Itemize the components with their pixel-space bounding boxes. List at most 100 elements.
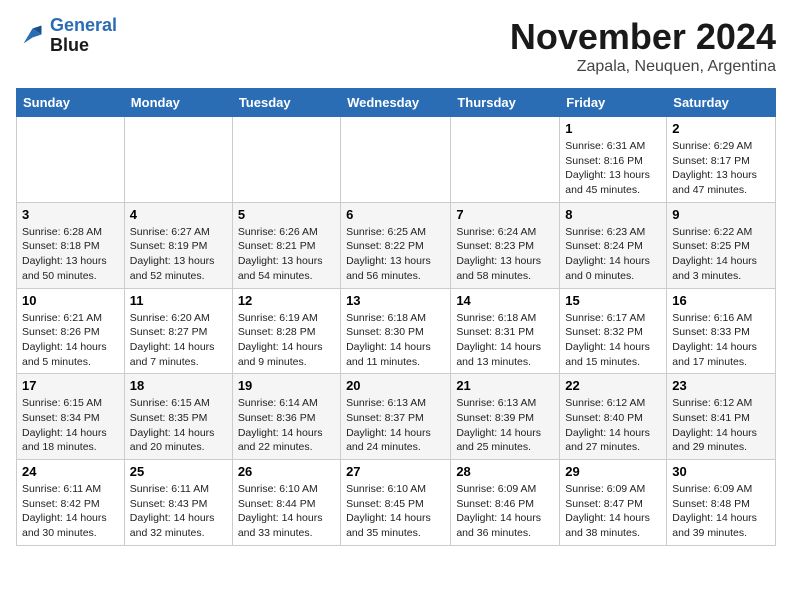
day-info: Sunrise: 6:21 AMSunset: 8:26 PMDaylight:… — [22, 311, 119, 370]
day-number: 1 — [565, 121, 661, 136]
calendar-cell: 24 Sunrise: 6:11 AMSunset: 8:42 PMDayligh… — [17, 460, 125, 546]
day-info: Sunrise: 6:09 AMSunset: 8:48 PMDaylight:… — [672, 482, 770, 541]
day-number: 25 — [130, 464, 227, 479]
calendar-cell — [451, 117, 560, 203]
day-number: 8 — [565, 207, 661, 222]
day-info: Sunrise: 6:12 AMSunset: 8:41 PMDaylight:… — [672, 396, 770, 455]
calendar-cell: 17 Sunrise: 6:15 AMSunset: 8:34 PMDayligh… — [17, 374, 125, 460]
day-number: 10 — [22, 293, 119, 308]
logo-bird-icon — [16, 21, 46, 51]
week-row-3: 10 Sunrise: 6:21 AMSunset: 8:26 PMDayligh… — [17, 288, 776, 374]
day-number: 20 — [346, 378, 445, 393]
day-info: Sunrise: 6:10 AMSunset: 8:44 PMDaylight:… — [238, 482, 335, 541]
day-info: Sunrise: 6:20 AMSunset: 8:27 PMDaylight:… — [130, 311, 227, 370]
day-info: Sunrise: 6:09 AMSunset: 8:46 PMDaylight:… — [456, 482, 554, 541]
day-info: Sunrise: 6:11 AMSunset: 8:42 PMDaylight:… — [22, 482, 119, 541]
day-info: Sunrise: 6:25 AMSunset: 8:22 PMDaylight:… — [346, 225, 445, 284]
day-number: 28 — [456, 464, 554, 479]
calendar-table: SundayMondayTuesdayWednesdayThursdayFrid… — [16, 88, 776, 546]
day-number: 13 — [346, 293, 445, 308]
day-number: 15 — [565, 293, 661, 308]
day-info: Sunrise: 6:29 AMSunset: 8:17 PMDaylight:… — [672, 139, 770, 198]
calendar-cell: 25 Sunrise: 6:11 AMSunset: 8:43 PMDayligh… — [124, 460, 232, 546]
location: Zapala, Neuquen, Argentina — [510, 58, 776, 76]
calendar-cell: 22Sunrise: 6:12 AMSunset: 8:40 PMDayligh… — [560, 374, 667, 460]
day-number: 16 — [672, 293, 770, 308]
day-number: 24 — [22, 464, 119, 479]
title-block: November 2024 Zapala, Neuquen, Argentina — [510, 16, 776, 76]
day-number: 11 — [130, 293, 227, 308]
day-number: 2 — [672, 121, 770, 136]
day-info: Sunrise: 6:22 AMSunset: 8:25 PMDaylight:… — [672, 225, 770, 284]
calendar-cell: 19 Sunrise: 6:14 AMSunset: 8:36 PMDayligh… — [232, 374, 340, 460]
day-info: Sunrise: 6:23 AMSunset: 8:24 PMDaylight:… — [565, 225, 661, 284]
day-info: Sunrise: 6:19 AMSunset: 8:28 PMDaylight:… — [238, 311, 335, 370]
day-number: 26 — [238, 464, 335, 479]
calendar-cell: 5Sunrise: 6:26 AMSunset: 8:21 PMDaylight… — [232, 202, 340, 288]
day-info: Sunrise: 6:26 AMSunset: 8:21 PMDaylight:… — [238, 225, 335, 284]
weekday-header-friday: Friday — [560, 89, 667, 117]
week-row-5: 24 Sunrise: 6:11 AMSunset: 8:42 PMDayligh… — [17, 460, 776, 546]
day-info: Sunrise: 6:09 AMSunset: 8:47 PMDaylight:… — [565, 482, 661, 541]
day-number: 14 — [456, 293, 554, 308]
day-info: Sunrise: 6:11 AMSunset: 8:43 PMDaylight:… — [130, 482, 227, 541]
calendar-cell: 10 Sunrise: 6:21 AMSunset: 8:26 PMDayligh… — [17, 288, 125, 374]
calendar-cell: 3 Sunrise: 6:28 AMSunset: 8:18 PMDaylight… — [17, 202, 125, 288]
day-info: Sunrise: 6:27 AMSunset: 8:19 PMDaylight:… — [130, 225, 227, 284]
calendar-cell: 1 Sunrise: 6:31 AMSunset: 8:16 PMDaylight… — [560, 117, 667, 203]
day-number: 21 — [456, 378, 554, 393]
day-number: 9 — [672, 207, 770, 222]
calendar-cell: 14Sunrise: 6:18 AMSunset: 8:31 PMDayligh… — [451, 288, 560, 374]
week-row-2: 3 Sunrise: 6:28 AMSunset: 8:18 PMDaylight… — [17, 202, 776, 288]
calendar-cell: 4Sunrise: 6:27 AMSunset: 8:19 PMDaylight… — [124, 202, 232, 288]
day-number: 23 — [672, 378, 770, 393]
calendar-cell — [341, 117, 451, 203]
week-row-4: 17 Sunrise: 6:15 AMSunset: 8:34 PMDayligh… — [17, 374, 776, 460]
day-info: Sunrise: 6:15 AMSunset: 8:34 PMDaylight:… — [22, 396, 119, 455]
page-header: General Blue November 2024 Zapala, Neuqu… — [16, 16, 776, 76]
calendar-cell: 2 Sunrise: 6:29 AMSunset: 8:17 PMDaylight… — [667, 117, 776, 203]
weekday-header-tuesday: Tuesday — [232, 89, 340, 117]
day-info: Sunrise: 6:14 AMSunset: 8:36 PMDaylight:… — [238, 396, 335, 455]
day-number: 30 — [672, 464, 770, 479]
calendar-header: SundayMondayTuesdayWednesdayThursdayFrid… — [17, 89, 776, 117]
day-info: Sunrise: 6:18 AMSunset: 8:30 PMDaylight:… — [346, 311, 445, 370]
logo-text: General Blue — [50, 16, 117, 56]
calendar-cell: 8 Sunrise: 6:23 AMSunset: 8:24 PMDaylight… — [560, 202, 667, 288]
header-row: SundayMondayTuesdayWednesdayThursdayFrid… — [17, 89, 776, 117]
calendar-cell — [232, 117, 340, 203]
day-number: 19 — [238, 378, 335, 393]
calendar-cell: 28 Sunrise: 6:09 AMSunset: 8:46 PMDayligh… — [451, 460, 560, 546]
calendar-cell — [124, 117, 232, 203]
day-number: 29 — [565, 464, 661, 479]
logo: General Blue — [16, 16, 117, 56]
day-info: Sunrise: 6:10 AMSunset: 8:45 PMDaylight:… — [346, 482, 445, 541]
day-number: 3 — [22, 207, 119, 222]
day-info: Sunrise: 6:17 AMSunset: 8:32 PMDaylight:… — [565, 311, 661, 370]
day-number: 17 — [22, 378, 119, 393]
day-info: Sunrise: 6:15 AMSunset: 8:35 PMDaylight:… — [130, 396, 227, 455]
day-info: Sunrise: 6:24 AMSunset: 8:23 PMDaylight:… — [456, 225, 554, 284]
day-info: Sunrise: 6:28 AMSunset: 8:18 PMDaylight:… — [22, 225, 119, 284]
weekday-header-thursday: Thursday — [451, 89, 560, 117]
calendar-body: 1 Sunrise: 6:31 AMSunset: 8:16 PMDaylight… — [17, 117, 776, 546]
calendar-cell: 23 Sunrise: 6:12 AMSunset: 8:41 PMDayligh… — [667, 374, 776, 460]
calendar-cell: 26 Sunrise: 6:10 AMSunset: 8:44 PMDayligh… — [232, 460, 340, 546]
day-info: Sunrise: 6:16 AMSunset: 8:33 PMDaylight:… — [672, 311, 770, 370]
weekday-header-saturday: Saturday — [667, 89, 776, 117]
calendar-cell: 11 Sunrise: 6:20 AMSunset: 8:27 PMDayligh… — [124, 288, 232, 374]
calendar-cell: 12Sunrise: 6:19 AMSunset: 8:28 PMDayligh… — [232, 288, 340, 374]
month-title: November 2024 — [510, 16, 776, 58]
day-info: Sunrise: 6:31 AMSunset: 8:16 PMDaylight:… — [565, 139, 661, 198]
day-number: 22 — [565, 378, 661, 393]
day-info: Sunrise: 6:13 AMSunset: 8:39 PMDaylight:… — [456, 396, 554, 455]
week-row-1: 1 Sunrise: 6:31 AMSunset: 8:16 PMDaylight… — [17, 117, 776, 203]
day-number: 18 — [130, 378, 227, 393]
day-number: 7 — [456, 207, 554, 222]
calendar-cell: 16 Sunrise: 6:16 AMSunset: 8:33 PMDayligh… — [667, 288, 776, 374]
calendar-cell: 29 Sunrise: 6:09 AMSunset: 8:47 PMDayligh… — [560, 460, 667, 546]
calendar-cell: 13 Sunrise: 6:18 AMSunset: 8:30 PMDayligh… — [341, 288, 451, 374]
calendar-cell: 27Sunrise: 6:10 AMSunset: 8:45 PMDayligh… — [341, 460, 451, 546]
calendar-cell: 18 Sunrise: 6:15 AMSunset: 8:35 PMDayligh… — [124, 374, 232, 460]
weekday-header-wednesday: Wednesday — [341, 89, 451, 117]
